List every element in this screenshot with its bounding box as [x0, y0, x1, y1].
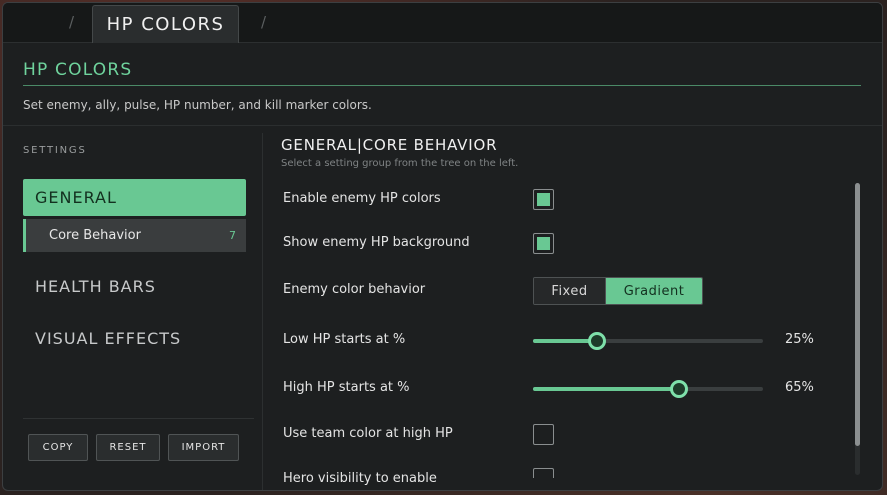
sidebar-footer-divider: [23, 418, 254, 419]
sidebar-item-health-bars[interactable]: HEALTH BARS: [35, 277, 156, 296]
high-hp-value: 65%: [785, 380, 814, 395]
reset-button[interactable]: RESET: [96, 434, 160, 461]
tab-hp-colors[interactable]: HP COLORS: [92, 5, 239, 43]
column-divider: [262, 133, 263, 490]
setting-label: Use team color at high HP: [283, 426, 453, 441]
option-fixed[interactable]: Fixed: [534, 278, 606, 304]
panel-description: Set enemy, ally, pulse, HP number, and k…: [23, 98, 372, 112]
sidebar-item-visual-effects[interactable]: VISUAL EFFECTS: [35, 329, 181, 348]
high-hp-slider[interactable]: [533, 380, 763, 398]
low-hp-slider[interactable]: [533, 332, 763, 350]
setting-label: Show enemy HP background: [283, 235, 470, 250]
low-hp-value: 25%: [785, 332, 814, 347]
sidebar-item-label: Core Behavior: [49, 228, 141, 243]
enable-enemy-hp-colors-checkbox[interactable]: [533, 189, 554, 210]
settings-section-label: SETTINGS: [23, 145, 87, 156]
settings-window: / HP COLORS / HP COLORS Set enemy, ally,…: [2, 2, 883, 491]
tab-bar: / HP COLORS /: [3, 3, 882, 43]
hero-visibility-checkbox[interactable]: [533, 468, 554, 478]
tab-separator: /: [261, 13, 267, 31]
slider-thumb[interactable]: [670, 380, 688, 398]
sidebar-item-core-behavior[interactable]: Core Behavior 7: [23, 219, 246, 252]
enemy-color-behavior-toggle: Fixed Gradient: [533, 277, 703, 305]
setting-label-clipped: Hero visibility to enable: [283, 471, 437, 486]
copy-button[interactable]: COPY: [28, 434, 88, 461]
section-subtitle: Select a setting group from the tree on …: [281, 158, 519, 169]
section-title: GENERAL|CORE BEHAVIOR: [281, 136, 498, 154]
setting-label: Enemy color behavior: [283, 282, 426, 297]
import-button[interactable]: IMPORT: [168, 434, 239, 461]
panel-title: HP COLORS: [23, 60, 133, 80]
use-team-color-checkbox[interactable]: [533, 424, 554, 445]
item-count-badge: 7: [229, 229, 236, 242]
option-gradient[interactable]: Gradient: [606, 278, 702, 304]
tab-separator: /: [69, 13, 75, 31]
show-enemy-hp-background-checkbox[interactable]: [533, 233, 554, 254]
scrollbar-thumb[interactable]: [855, 183, 860, 446]
slider-fill: [533, 387, 679, 391]
setting-label: Low HP starts at %: [283, 332, 406, 347]
sidebar-item-general[interactable]: GENERAL: [23, 179, 246, 216]
setting-label: Enable enemy HP colors: [283, 191, 441, 206]
slider-thumb[interactable]: [588, 332, 606, 350]
setting-label: High HP starts at %: [283, 380, 410, 395]
header-divider: [3, 125, 882, 126]
title-underline: [23, 85, 861, 86]
